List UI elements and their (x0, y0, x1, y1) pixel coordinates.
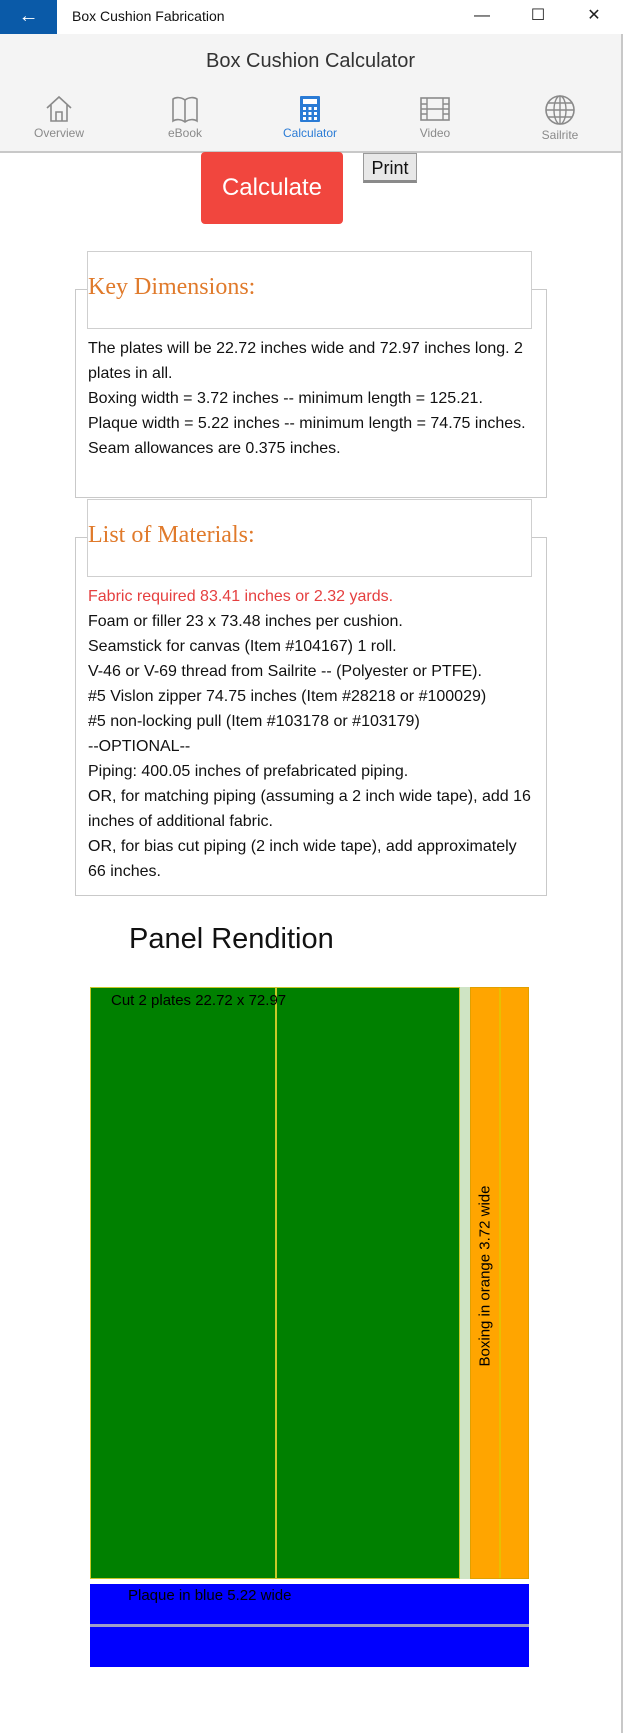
tab-label: Sailrite (541, 128, 579, 142)
window-title: Box Cushion Fabrication (72, 8, 225, 24)
tab-label: Video (419, 126, 451, 140)
material-line: OR, for matching piping (assuming a 2 in… (88, 788, 531, 830)
panel-rendition-title: Panel Rendition (129, 923, 334, 955)
materials-section: List of Materials: Fabric required 83.41… (75, 499, 547, 896)
globe-icon (545, 95, 575, 125)
plaque-label: Plaque in blue 5.22 wide (128, 1587, 292, 1604)
minimize-button[interactable]: — (454, 0, 510, 33)
panel-rendition: Cut 2 plates 22.72 x 72.97 Boxing in ora… (90, 987, 529, 1667)
dimension-line: Plaque width = 5.22 inches -- minimum le… (88, 415, 526, 432)
materials-text: Fabric required 83.41 inches or 2.32 yar… (88, 584, 538, 884)
plaque-panel (90, 1627, 529, 1667)
back-arrow-icon: ← (18, 5, 39, 27)
boxing-divider (499, 988, 501, 1578)
boxing-label: Boxing in orange 3.72 wide (476, 1185, 494, 1367)
material-line: #5 Vislon zipper 74.75 inches (Item #282… (88, 688, 487, 705)
boxing-panel: Boxing in orange 3.72 wide (470, 987, 529, 1579)
tab-ebook[interactable]: eBook (140, 94, 230, 140)
plates-panel: Cut 2 plates 22.72 x 72.97 (90, 987, 460, 1579)
dimension-line: Seam allowances are 0.375 inches. (88, 440, 341, 457)
dimension-line: Boxing width = 3.72 inches -- minimum le… (88, 390, 483, 407)
calculate-button[interactable]: Calculate (201, 152, 343, 224)
material-line: V-46 or V-69 thread from Sailrite -- (Po… (88, 663, 482, 680)
back-button[interactable]: ← (0, 0, 57, 34)
title-bar: ← Box Cushion Fabrication — ☐ ✕ (0, 0, 623, 34)
materials-heading: List of Materials: (88, 522, 255, 549)
print-button[interactable]: Print (363, 153, 417, 183)
film-icon (420, 97, 450, 121)
fabric-required-line: Fabric required 83.41 inches or 2.32 yar… (88, 588, 394, 605)
app-header: Box Cushion Calculator Overview eBook Ca… (0, 34, 621, 153)
plate-divider (275, 988, 277, 1578)
plates-label: Cut 2 plates 22.72 x 72.97 (111, 992, 287, 1009)
tab-overview[interactable]: Overview (14, 94, 104, 140)
tab-calculator[interactable]: Calculator (265, 94, 355, 140)
material-line: --OPTIONAL-- (88, 738, 191, 755)
key-dimensions-heading: Key Dimensions: (88, 274, 256, 301)
tab-label: Overview (33, 126, 84, 140)
key-dimensions-text: The plates will be 22.72 inches wide and… (88, 336, 538, 461)
material-line: Foam or filler 23 x 73.48 inches per cus… (88, 613, 403, 630)
tab-label: eBook (167, 126, 203, 140)
panel-gap (460, 987, 470, 1579)
material-line: Seamstick for canvas (Item #104167) 1 ro… (88, 638, 397, 655)
tab-video[interactable]: Video (390, 94, 480, 140)
dimension-line: The plates will be 22.72 inches wide and… (88, 340, 523, 382)
maximize-button[interactable]: ☐ (510, 0, 566, 33)
tab-sailrite[interactable]: Sailrite (515, 94, 605, 142)
calculator-icon (300, 96, 320, 122)
boxing-label-box: Boxing in orange 3.72 wide (473, 1170, 497, 1382)
home-icon (46, 95, 72, 122)
material-line: Piping: 400.05 inches of prefabricated p… (88, 763, 409, 780)
book-icon (172, 96, 198, 123)
plaque-panel: Plaque in blue 5.22 wide (90, 1584, 529, 1624)
page-title: Box Cushion Calculator (206, 50, 415, 72)
close-button[interactable]: ✕ (566, 0, 622, 33)
material-line: #5 non-locking pull (Item #103178 or #10… (88, 713, 420, 730)
key-dimensions-section: Key Dimensions: The plates will be 22.72… (75, 251, 547, 498)
tab-label: Calculator (282, 126, 338, 140)
material-line: OR, for bias cut piping (2 inch wide tap… (88, 838, 517, 880)
